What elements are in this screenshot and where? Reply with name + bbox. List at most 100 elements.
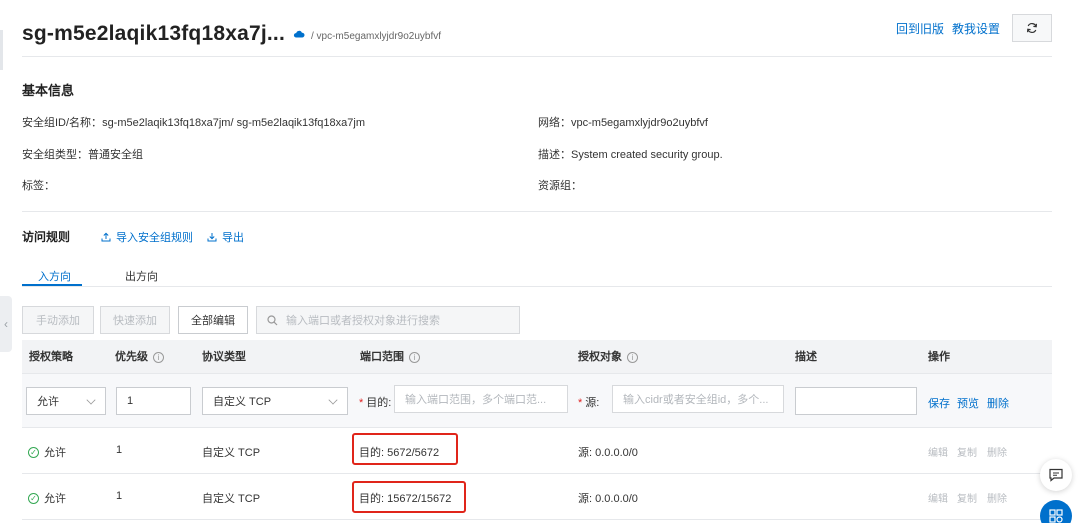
manual-add-button[interactable]: 手动添加 — [22, 306, 94, 334]
check-circle-icon: ✓ — [28, 492, 39, 504]
check-circle-icon: ✓ — [28, 446, 39, 458]
chevron-left-icon: ‹ — [4, 317, 8, 331]
policy-cell: ✓ 允许 — [28, 444, 66, 460]
col-actions-label: 操作 — [928, 351, 950, 363]
chevron-down-icon — [86, 395, 96, 405]
header-divider — [22, 56, 1052, 57]
tab-outbound[interactable]: 出方向 — [125, 268, 158, 284]
edit-link[interactable]: 编辑 — [928, 444, 948, 459]
priority-cell: 1 — [116, 490, 123, 502]
page-title: sg-m5e2laqik13fq18xa7j... — [22, 22, 285, 45]
copy-link[interactable]: 复制 — [957, 490, 977, 505]
resource-group-label: 资源组： — [538, 180, 582, 192]
network-value: vpc-m5egamxlyjdr9o2uybfvf — [571, 117, 708, 129]
preview-link[interactable]: 预览 — [957, 395, 979, 411]
save-link[interactable]: 保存 — [928, 395, 950, 411]
description-row: 描述：System created security group. — [538, 146, 723, 162]
rules-table-header: 授权策略 优先级 i 协议类型 端口范围 i 授权对象 i 描述 操作 — [22, 340, 1052, 374]
info-icon[interactable]: i — [153, 351, 164, 363]
delete-link[interactable]: 删除 — [987, 444, 1007, 459]
import-rules-link[interactable]: 导入安全组规则 — [101, 229, 193, 245]
page-header: sg-m5e2laqik13fq18xa7j... / vpc-m5egamxl… — [22, 14, 1052, 54]
basic-info-title: 基本信息 — [22, 83, 75, 98]
col-description-label: 描述 — [795, 351, 817, 363]
protocol-cell: 自定义 TCP — [202, 447, 261, 459]
info-icon[interactable]: i — [409, 351, 420, 363]
tab-inbound[interactable]: 入方向 — [38, 268, 71, 284]
sg-type-label: 安全组类型： — [22, 149, 88, 161]
access-rules-title: 访问规则 — [22, 230, 71, 244]
copy-link[interactable]: 复制 — [957, 444, 977, 459]
delete-link[interactable]: 删除 — [987, 395, 1009, 411]
sg-type-row: 安全组类型：普通安全组 — [22, 146, 143, 162]
tags-label: 标签： — [22, 180, 55, 192]
edit-all-button[interactable]: 全部编辑 — [178, 306, 248, 334]
collapse-sidebar-tab[interactable]: ‹ — [0, 296, 12, 352]
col-policy: 授权策略 — [29, 340, 73, 374]
security-group-page: ‹ sg-m5e2laqik13fq18xa7j... / vpc-m5egam… — [0, 0, 1080, 523]
guide-settings-link[interactable]: 教我设置 — [952, 20, 1000, 37]
header-actions: 回到旧版 教我设置 — [896, 14, 1052, 42]
port-highlight-box — [352, 481, 466, 513]
port-range-input[interactable]: 输入端口范围，多个端口范... — [394, 385, 568, 413]
dest-label: * 目的: — [359, 397, 392, 409]
export-link[interactable]: 导出 — [207, 229, 244, 245]
col-protocol: 协议类型 — [202, 340, 246, 374]
chat-icon — [1049, 468, 1063, 482]
network-row: 网络：vpc-m5egamxlyjdr9o2uybfvf — [538, 114, 708, 130]
col-description: 描述 — [795, 340, 817, 374]
delete-link[interactable]: 删除 — [987, 490, 1007, 505]
import-rules-label: 导入安全组规则 — [116, 232, 193, 244]
policy-value: 允许 — [44, 493, 66, 505]
sg-id-row: 安全组ID/名称：sg-m5e2laqik13fq18xa7jm/ sg-m5e… — [22, 114, 365, 130]
table-row: ✓ 允许 1 自定义 TCP 目的: 5672/5672 源: 0.0.0.0/0… — [22, 428, 1052, 474]
policy-select[interactable]: 允许 — [26, 387, 106, 415]
priority-input-value: 1 — [127, 395, 134, 407]
policy-select-value: 允许 — [37, 396, 59, 408]
quick-add-button[interactable]: 快速添加 — [100, 306, 170, 334]
cloud-icon — [293, 28, 305, 40]
protocol-select-value: 自定义 TCP — [213, 396, 272, 408]
col-port-range: 端口范围 i — [360, 340, 420, 374]
back-to-old-version-link[interactable]: 回到旧版 — [896, 20, 944, 37]
source-cell: 源: 0.0.0.0/0 — [578, 447, 638, 459]
edit-link[interactable]: 编辑 — [928, 490, 948, 505]
col-priority: 优先级 i — [115, 340, 164, 374]
resource-group-row: 资源组： — [538, 177, 582, 193]
col-port-label: 端口范围 — [360, 351, 404, 363]
col-protocol-label: 协议类型 — [202, 351, 246, 363]
description-value: System created security group. — [571, 149, 723, 161]
port-highlight-box — [352, 433, 458, 465]
description-input[interactable] — [795, 387, 917, 415]
search-placeholder: 输入端口或者授权对象进行搜索 — [286, 315, 440, 327]
col-auth-object: 授权对象 i — [578, 340, 638, 374]
download-icon — [207, 233, 217, 242]
left-edge — [0, 30, 3, 70]
protocol-select[interactable]: 自定义 TCP — [202, 387, 348, 415]
vpc-breadcrumb: / vpc-m5egamxlyjdr9o2uybfvf — [310, 31, 442, 42]
source-label-text: 源: — [585, 397, 600, 409]
sg-type-value: 普通安全组 — [88, 149, 143, 161]
feedback-chat-button[interactable] — [1040, 459, 1072, 491]
refresh-button[interactable] — [1012, 14, 1052, 42]
info-icon[interactable]: i — [627, 351, 638, 363]
sg-id-value: sg-m5e2laqik13fq18xa7jm/ sg-m5e2laqik13f… — [102, 117, 365, 129]
col-auth-label: 授权对象 — [578, 351, 622, 363]
port-range-placeholder: 输入端口范围，多个端口范... — [405, 394, 547, 406]
tags-row: 标签： — [22, 177, 55, 193]
policy-cell: ✓ 允许 — [28, 490, 66, 506]
apps-menu-button[interactable] — [1040, 500, 1072, 523]
col-policy-label: 授权策略 — [29, 351, 73, 363]
sg-id-label: 安全组ID/名称： — [22, 117, 103, 129]
priority-input[interactable]: 1 — [116, 387, 191, 415]
auth-object-input[interactable]: 输入cidr或者安全组id，多个... — [612, 385, 784, 413]
section-divider — [22, 211, 1052, 212]
rule-search-input[interactable]: 输入端口或者授权对象进行搜索 — [256, 306, 520, 334]
source-cell: 源: 0.0.0.0/0 — [578, 493, 638, 505]
col-actions: 操作 — [928, 340, 950, 374]
protocol-cell: 自定义 TCP — [202, 493, 261, 505]
search-icon — [267, 314, 278, 325]
policy-value: 允许 — [44, 447, 66, 459]
col-priority-label: 优先级 — [115, 351, 148, 363]
upload-icon — [101, 232, 111, 242]
